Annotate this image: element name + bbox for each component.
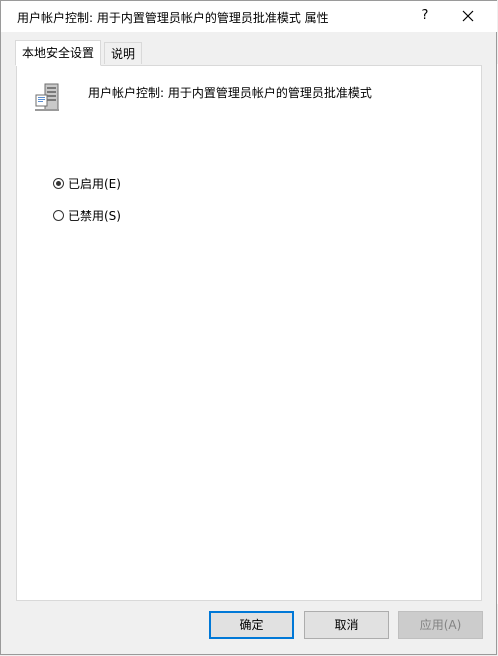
enabled-label[interactable]: 已启用(E)	[68, 175, 121, 192]
tab-panel: 用户帐户控制: 用于内置管理员帐户的管理员批准模式 已启用(E) 已禁用(S)	[16, 65, 482, 601]
disabled-radio[interactable]	[53, 209, 64, 221]
cancel-button[interactable]: 取消	[304, 611, 389, 639]
close-button[interactable]	[453, 4, 483, 28]
policy-title: 用户帐户控制: 用于内置管理员帐户的管理员批准模式	[88, 86, 372, 100]
window-title: 用户帐户控制: 用于内置管理员帐户的管理员批准模式 属性	[17, 11, 329, 25]
disabled-label[interactable]: 已禁用(S)	[68, 207, 121, 224]
help-button[interactable]: ?	[413, 4, 437, 28]
ok-button[interactable]: 确定	[209, 611, 294, 639]
server-computer-icon	[35, 83, 59, 111]
title-bar[interactable]: 用户帐户控制: 用于内置管理员帐户的管理员批准模式 属性 ?	[1, 1, 497, 32]
tab-explain[interactable]: 说明	[104, 42, 143, 64]
enabled-option[interactable]: 已启用(E)	[53, 174, 121, 192]
tab-local-security-setting[interactable]: 本地安全设置	[15, 40, 102, 66]
close-icon	[462, 10, 474, 22]
apply-button[interactable]: 应用(A)	[398, 611, 483, 639]
enabled-radio[interactable]	[53, 177, 64, 189]
properties-dialog: 用户帐户控制: 用于内置管理员帐户的管理员批准模式 属性 ? 本地安全设置 说明…	[0, 0, 497, 655]
disabled-option[interactable]: 已禁用(S)	[53, 206, 121, 224]
